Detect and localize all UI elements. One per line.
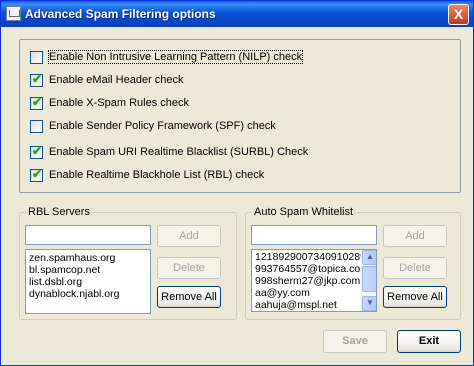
whitelist-list[interactable]: 121892900734091028980 993764557@topica.c… — [251, 249, 377, 312]
chevron-down-icon: ▼ — [366, 298, 374, 307]
checkmark-icon: ✔ — [32, 72, 43, 86]
whitelist-input[interactable] — [251, 225, 377, 245]
checkmark-icon: ✔ — [32, 95, 43, 109]
list-item[interactable]: dynablock.njabl.org — [26, 288, 150, 300]
checkbox-label: Enable eMail Header check — [49, 74, 184, 86]
group-title: Auto Spam Whitelist — [252, 206, 356, 218]
group-title: RBL Servers — [26, 206, 92, 218]
list-item[interactable]: list.dsbl.org — [26, 276, 150, 288]
options-panel: Enable Non Intrusive Learning Pattern (N… — [19, 39, 461, 193]
checkbox-box[interactable] — [30, 120, 43, 133]
whitelist-remove-all-button[interactable]: Remove All — [383, 286, 447, 308]
rbl-server-list[interactable]: zen.spamhaus.org bl.spamcop.net list.dsb… — [25, 249, 151, 314]
checkmark-icon: ✔ — [32, 144, 43, 158]
vertical-scrollbar[interactable]: ▲ ▼ — [361, 250, 376, 311]
rbl-server-input[interactable] — [25, 225, 151, 245]
checkmark-icon: ✔ — [32, 167, 43, 181]
close-button[interactable]: X — [448, 4, 469, 25]
auto-spam-whitelist-group: Auto Spam Whitelist Add 1218929007340910… — [245, 206, 461, 320]
checkbox-box[interactable]: ✔ — [30, 72, 43, 87]
list-item[interactable]: zen.spamhaus.org — [26, 252, 150, 264]
rbl-add-button[interactable]: Add — [157, 225, 221, 247]
scroll-up-button[interactable]: ▲ — [362, 250, 376, 265]
list-item[interactable]: 998sherm27@jkp.com — [252, 275, 361, 287]
list-item[interactable]: 121892900734091028980 — [252, 251, 361, 263]
scroll-thumb[interactable] — [362, 266, 376, 292]
dialog-window: Advanced Spam Filtering options X Enable… — [0, 0, 474, 366]
title-bar[interactable]: Advanced Spam Filtering options X — [1, 1, 473, 27]
rbl-delete-button[interactable]: Delete — [157, 257, 221, 279]
rbl-servers-group: RBL Servers Add zen.spamhaus.org bl.spam… — [19, 206, 237, 320]
save-button[interactable]: Save — [323, 330, 387, 353]
window-title: Advanced Spam Filtering options — [25, 7, 216, 21]
checkbox-box[interactable] — [30, 51, 43, 64]
checkbox-label: Enable Non Intrusive Learning Pattern (N… — [47, 50, 304, 64]
rbl-remove-all-button[interactable]: Remove All — [157, 286, 221, 308]
exit-button[interactable]: Exit — [397, 330, 461, 353]
checkbox-label: Enable Sender Policy Framework (SPF) che… — [49, 120, 276, 132]
list-item[interactable]: bl.spamcop.net — [26, 264, 150, 276]
checkbox-label: Enable Spam URI Realtime Blacklist (SURB… — [49, 146, 309, 158]
checkbox-box[interactable]: ✔ — [30, 167, 43, 182]
checkbox-box[interactable]: ✔ — [30, 95, 43, 110]
checkbox-label: Enable X-Spam Rules check — [49, 97, 190, 109]
chevron-up-icon: ▲ — [366, 252, 374, 261]
list-item[interactable]: 993764557@topica.com — [252, 263, 361, 275]
list-item[interactable]: aahuja@mspl.net — [252, 299, 361, 311]
checkbox-label: Enable Realtime Blackhole List (RBL) che… — [49, 169, 265, 181]
app-icon — [6, 6, 21, 21]
whitelist-delete-button[interactable]: Delete — [383, 257, 447, 279]
checkbox-box[interactable]: ✔ — [30, 144, 43, 159]
list-item[interactable]: aa@yy.com — [252, 287, 361, 299]
whitelist-add-button[interactable]: Add — [383, 225, 447, 247]
scroll-down-button[interactable]: ▼ — [362, 296, 376, 311]
